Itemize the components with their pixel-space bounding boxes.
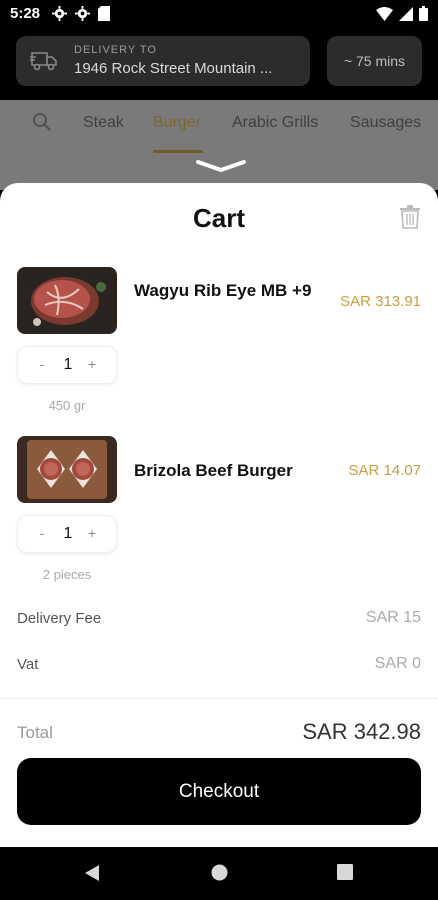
back-icon[interactable] [84, 864, 100, 882]
divider [0, 698, 438, 699]
cart-item-name: Wagyu Rib Eye MB +9 [134, 281, 312, 300]
trash-icon[interactable] [399, 205, 421, 229]
category-strip: Steak Burger Arabic Grills Sausages [0, 100, 438, 190]
gear-icon [52, 6, 67, 21]
quantity-stepper: - 1 + [17, 515, 117, 553]
eta-badge[interactable]: ~ 75 mins [327, 36, 422, 86]
quantity-value: 1 [63, 525, 73, 542]
checkout-button[interactable]: Checkout [17, 758, 421, 825]
search-icon[interactable] [32, 112, 52, 132]
top-bar: DELIVERY TO 1946 Rock Street Mountain ..… [0, 30, 438, 100]
cart-item-name: Brizola Beef Burger [134, 461, 293, 480]
product-image-wagyu-rib-eye [17, 267, 117, 334]
cart-item-price: SAR 313.91 [340, 293, 421, 310]
status-bar: 5:28 [0, 0, 438, 30]
recents-icon[interactable] [337, 864, 353, 880]
chevron-down-icon[interactable] [196, 158, 246, 174]
delivery-fee-value: SAR 15 [365, 609, 421, 626]
wifi-icon [376, 6, 393, 21]
delivery-fee-label: Delivery Fee [17, 610, 102, 627]
home-icon[interactable] [211, 864, 228, 881]
increase-quantity-button[interactable]: + [82, 525, 102, 541]
delivery-address: 1946 Rock Street Mountain ... [74, 60, 273, 77]
vat-label: Vat [17, 656, 39, 673]
battery-icon [419, 6, 428, 21]
product-image-brizola-burger [17, 436, 117, 503]
tab-burger[interactable]: Burger [153, 114, 201, 132]
cart-item-price: SAR 14.07 [348, 462, 421, 479]
tab-sausages[interactable]: Sausages [350, 114, 421, 132]
quantity-stepper: - 1 + [17, 346, 117, 384]
cart-item-unit: 450 gr [48, 398, 86, 413]
delivery-label: DELIVERY TO [74, 44, 157, 56]
active-tab-indicator [153, 150, 203, 153]
quantity-value: 1 [63, 356, 73, 373]
sd-card-icon [98, 6, 110, 21]
total-value: SAR 342.98 [302, 719, 421, 744]
cart-item-unit: 2 pieces [42, 567, 92, 582]
gear-icon [75, 6, 90, 21]
increase-quantity-button[interactable]: + [82, 356, 102, 372]
total-label: Total [17, 723, 53, 742]
vat-value: SAR 0 [374, 655, 421, 672]
cart-title: Cart [192, 203, 245, 233]
delivery-truck-icon [30, 52, 57, 71]
cart-sheet: Cart Wagyu Rib Eye MB +9 SAR 313.91 - 1 … [0, 183, 438, 847]
tab-arabic-grills[interactable]: Arabic Grills [232, 114, 318, 132]
system-nav-bar [0, 847, 438, 900]
signal-icon [399, 6, 413, 21]
delivery-address-selector[interactable]: DELIVERY TO 1946 Rock Street Mountain ..… [16, 36, 310, 86]
tab-steak[interactable]: Steak [83, 114, 124, 132]
status-time: 5:28 [10, 5, 41, 22]
